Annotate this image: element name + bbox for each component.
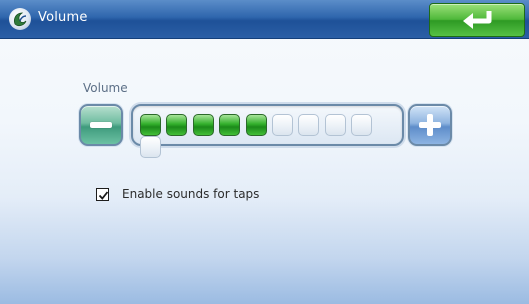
volume-segment[interactable]	[140, 114, 161, 136]
volume-segment[interactable]	[245, 114, 267, 136]
volume-segment[interactable]	[298, 114, 320, 136]
volume-segment[interactable]	[166, 114, 188, 136]
minus-icon	[90, 122, 112, 128]
volume-segment[interactable]	[140, 136, 161, 158]
volume-segment[interactable]	[351, 114, 373, 136]
title-bar: Volume	[0, 0, 529, 39]
tap-sounds-checkbox[interactable]	[96, 188, 109, 201]
checkmark-icon	[98, 191, 109, 200]
volume-segment[interactable]	[324, 114, 346, 136]
return-arrow-icon	[463, 11, 492, 29]
volume-segment[interactable]	[219, 114, 241, 136]
volume-segment[interactable]	[192, 114, 214, 136]
volume-label: Volume	[83, 81, 128, 95]
volume-segment[interactable]	[271, 114, 293, 136]
back-button[interactable]	[429, 3, 525, 37]
volume-down-button[interactable]	[79, 104, 123, 146]
page-title: Volume	[38, 10, 88, 25]
volume-level-bar[interactable]	[131, 104, 404, 158]
tap-sounds-label: Enable sounds for taps	[122, 187, 260, 201]
volume-up-button[interactable]	[408, 104, 452, 146]
volume-screen: Volume Volume Enable sounds for taps	[0, 0, 529, 304]
app-logo-icon	[9, 8, 31, 30]
